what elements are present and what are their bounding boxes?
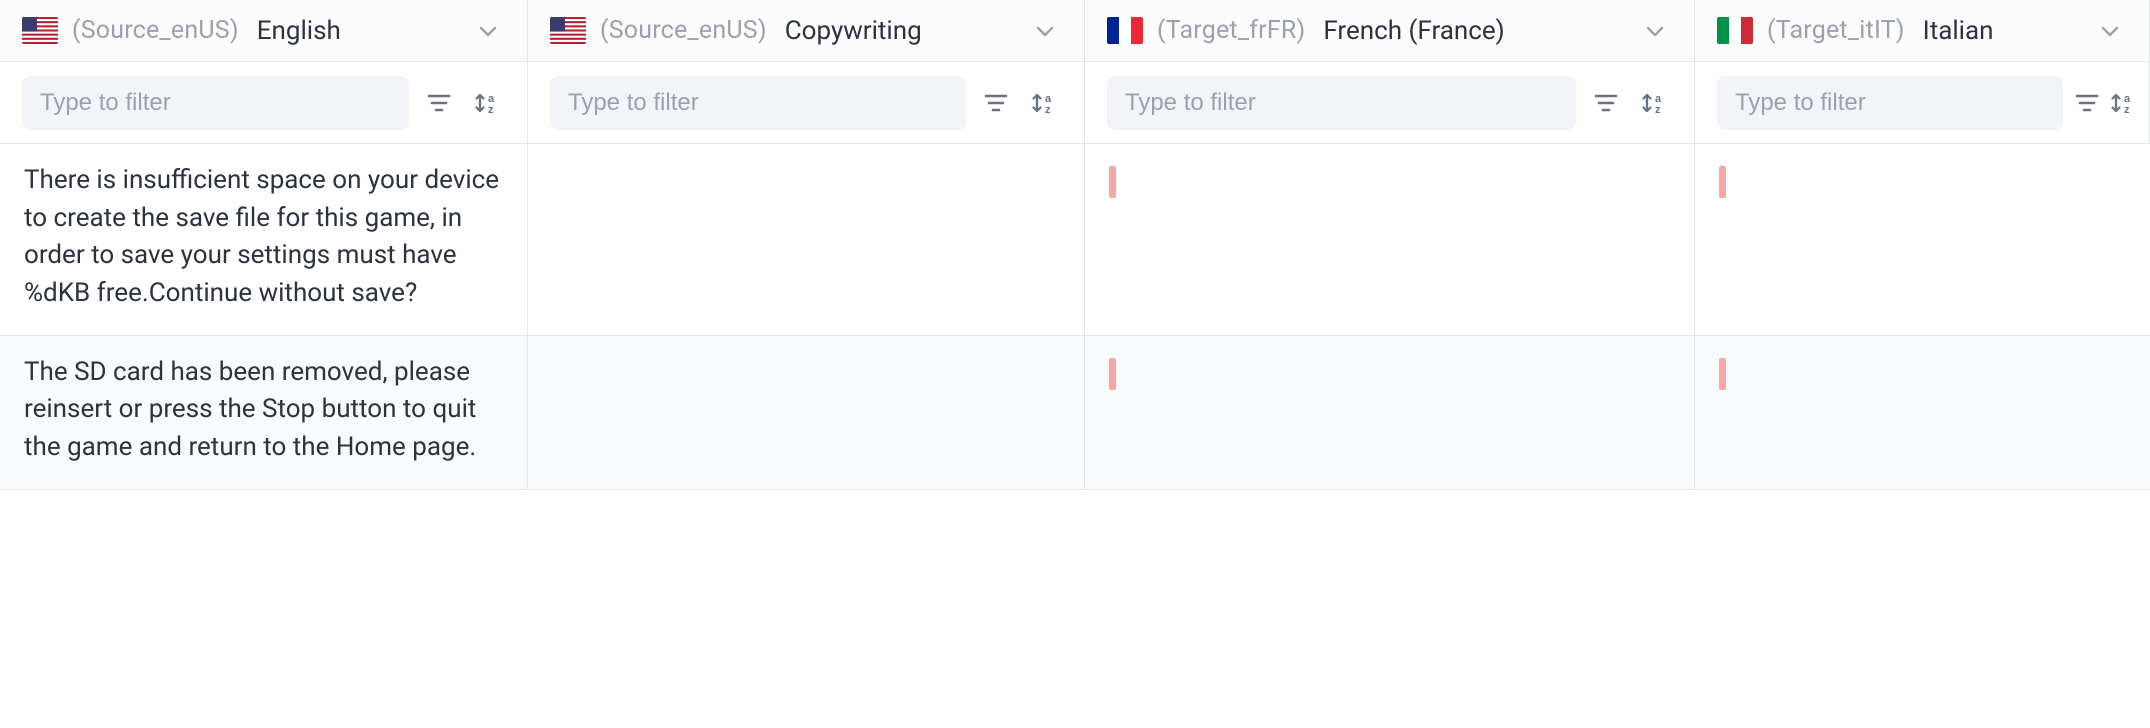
cell-text: The SD card has been removed, please rei… bbox=[24, 357, 476, 462]
table-cell[interactable] bbox=[1695, 144, 2150, 336]
locale-id: (Source_enUS) bbox=[600, 16, 767, 45]
filter-icon[interactable] bbox=[2075, 85, 2099, 121]
chevron-down-icon[interactable] bbox=[471, 14, 505, 48]
language-name: Italian bbox=[1923, 16, 1994, 46]
column-header[interactable]: (Source_enUS) English bbox=[0, 0, 528, 62]
empty-indicator-icon bbox=[1109, 358, 1116, 390]
filter-input[interactable] bbox=[22, 76, 409, 130]
filter-input[interactable] bbox=[550, 76, 966, 130]
empty-indicator-icon bbox=[1109, 166, 1116, 198]
flag-icon bbox=[550, 17, 586, 44]
flag-icon bbox=[1107, 17, 1143, 44]
filter-icon[interactable] bbox=[421, 85, 457, 121]
language-name: English bbox=[257, 16, 341, 46]
table-cell[interactable] bbox=[1085, 336, 1695, 490]
chevron-down-icon[interactable] bbox=[1638, 14, 1672, 48]
filter-input[interactable] bbox=[1717, 76, 2063, 130]
sort-icon[interactable] bbox=[2111, 85, 2135, 121]
table-cell[interactable] bbox=[528, 336, 1085, 490]
table-cell[interactable] bbox=[528, 144, 1085, 336]
column-header[interactable]: (Target_itIT) Italian bbox=[1695, 0, 2150, 62]
empty-indicator-icon bbox=[1719, 166, 1726, 198]
language-name: French (France) bbox=[1323, 16, 1504, 46]
filter-cell bbox=[0, 62, 528, 144]
table-cell[interactable]: The SD card has been removed, please rei… bbox=[0, 336, 528, 490]
table-cell[interactable] bbox=[1085, 144, 1695, 336]
filter-input[interactable] bbox=[1107, 76, 1576, 130]
locale-id: (Source_enUS) bbox=[72, 16, 239, 45]
filter-icon[interactable] bbox=[978, 85, 1014, 121]
filter-icon[interactable] bbox=[1588, 85, 1624, 121]
sort-icon[interactable] bbox=[1636, 85, 1672, 121]
filter-cell bbox=[1695, 62, 2150, 144]
table-cell[interactable] bbox=[1695, 336, 2150, 490]
flag-icon bbox=[1717, 17, 1753, 44]
filter-cell bbox=[1085, 62, 1695, 144]
filter-cell bbox=[528, 62, 1085, 144]
chevron-down-icon[interactable] bbox=[1028, 14, 1062, 48]
language-name: Copywriting bbox=[785, 16, 922, 46]
locale-id: (Target_itIT) bbox=[1767, 16, 1905, 45]
chevron-down-icon[interactable] bbox=[2093, 14, 2127, 48]
sort-icon[interactable] bbox=[469, 85, 505, 121]
column-header[interactable]: (Source_enUS) Copywriting bbox=[528, 0, 1085, 62]
empty-indicator-icon bbox=[1719, 358, 1726, 390]
cell-text: There is insufficient space on your devi… bbox=[24, 165, 499, 308]
flag-icon bbox=[22, 17, 58, 44]
locale-id: (Target_frFR) bbox=[1157, 16, 1305, 45]
table-cell[interactable]: There is insufficient space on your devi… bbox=[0, 144, 528, 336]
column-header[interactable]: (Target_frFR) French (France) bbox=[1085, 0, 1695, 62]
sort-icon[interactable] bbox=[1026, 85, 1062, 121]
